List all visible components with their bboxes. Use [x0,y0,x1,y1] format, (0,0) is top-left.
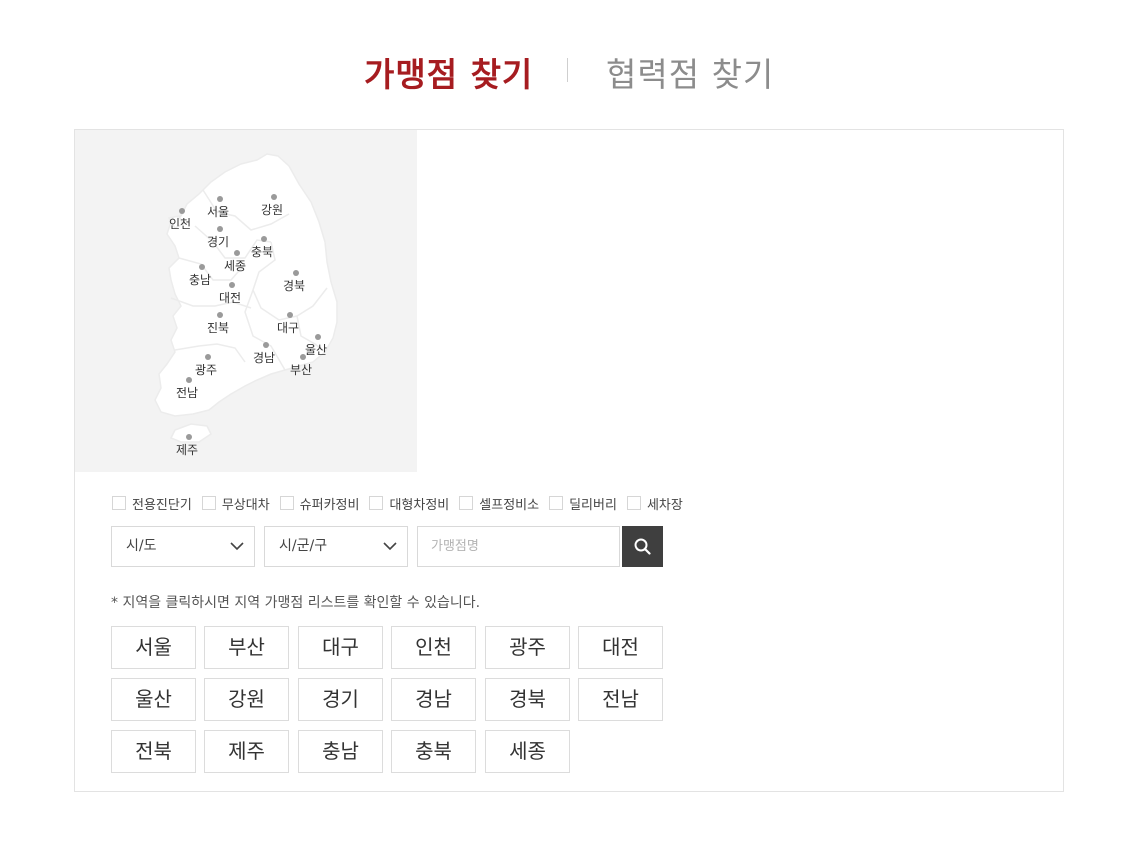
region-click-note: * 지역을 클릭하시면 지역 가맹점 리스트를 확인할 수 있습니다. [111,595,481,611]
korea-map-shape [154,153,338,443]
store-name-input[interactable] [417,526,620,567]
region-button-jeonbuk[interactable]: 전북 [111,730,196,773]
filter-delivery[interactable]: 딜리버리 [549,494,617,513]
map-marker-icon [186,434,192,440]
region-button-daegu[interactable]: 대구 [298,626,383,669]
region-button-busan[interactable]: 부산 [204,626,289,669]
tab-partner-search[interactable]: 협력점 찾기 [606,48,774,96]
region-button-chungbuk[interactable]: 충북 [391,730,476,773]
region-button-gyeongbuk[interactable]: 경북 [485,678,570,721]
map-marker-icon [271,194,277,200]
sido-select[interactable]: 시/도 [111,526,255,567]
checkbox[interactable] [459,496,474,510]
checkbox[interactable] [626,496,641,510]
chevron-down-icon [230,542,244,551]
region-button-gangwon[interactable]: 강원 [204,678,289,721]
map-marker-icon [261,236,267,242]
region-button-daejeon[interactable]: 대전 [578,626,663,669]
search-icon [634,538,651,555]
map-marker-icon [287,312,293,318]
checkbox[interactable] [279,496,294,510]
region-button-seoul[interactable]: 서울 [111,626,196,669]
service-filter-list: 전용진단기 무상대차 슈퍼카정비 대형차정비 셀프정비소 딜리버리 세차장 [112,493,693,513]
filter-diagnostic[interactable]: 전용진단기 [112,494,192,513]
region-button-jeju[interactable]: 제주 [204,730,289,773]
map-marker-icon [263,342,269,348]
filter-car-wash[interactable]: 세차장 [626,494,683,513]
map-marker-icon [229,282,235,288]
region-button-gyeongnam[interactable]: 경남 [391,678,476,721]
store-finder-panel: 서울 강원 인천 경기 충북 세종 충남 경북 대전 진북 대구 울산 경남 광… [74,129,1064,792]
filter-large-vehicle[interactable]: 대형차정비 [369,494,449,513]
tab-divider [567,58,568,82]
map-marker-icon [179,208,185,214]
map-marker-icon [217,312,223,318]
tab-bar: 가맹점 찾기 협력점 찾기 [0,44,1141,94]
map-marker-icon [205,354,211,360]
region-button-gyeonggi[interactable]: 경기 [298,678,383,721]
checkbox[interactable] [549,496,564,510]
korea-map: 서울 강원 인천 경기 충북 세종 충남 경북 대전 진북 대구 울산 경남 광… [75,130,417,472]
map-marker-icon [217,196,223,202]
region-button-sejong[interactable]: 세종 [485,730,570,773]
map-marker-icon [315,334,321,340]
search-button[interactable] [622,526,663,567]
filter-free-loaner[interactable]: 무상대차 [201,494,270,513]
map-marker-icon [186,377,192,383]
filter-supercar[interactable]: 슈퍼카정비 [279,494,359,513]
region-button-jeonnam[interactable]: 전남 [578,678,663,721]
tab-franchise-search[interactable]: 가맹점 찾기 [364,48,533,96]
region-button-chungnam[interactable]: 충남 [298,730,383,773]
map-marker-icon [199,264,205,270]
region-button-incheon[interactable]: 인천 [391,626,476,669]
checkbox[interactable] [201,496,216,510]
gugun-select[interactable]: 시/군/구 [264,526,408,567]
map-marker-icon [300,354,306,360]
region-button-ulsan[interactable]: 울산 [111,678,196,721]
region-button-gwangju[interactable]: 광주 [485,626,570,669]
map-marker-icon [217,226,223,232]
checkbox[interactable] [112,496,126,510]
chevron-down-icon [383,542,397,551]
map-marker-icon [234,250,240,256]
filter-self-service[interactable]: 셀프정비소 [459,494,539,513]
store-map-area [417,130,1063,472]
checkbox[interactable] [369,496,384,510]
map-marker-icon [293,270,299,276]
